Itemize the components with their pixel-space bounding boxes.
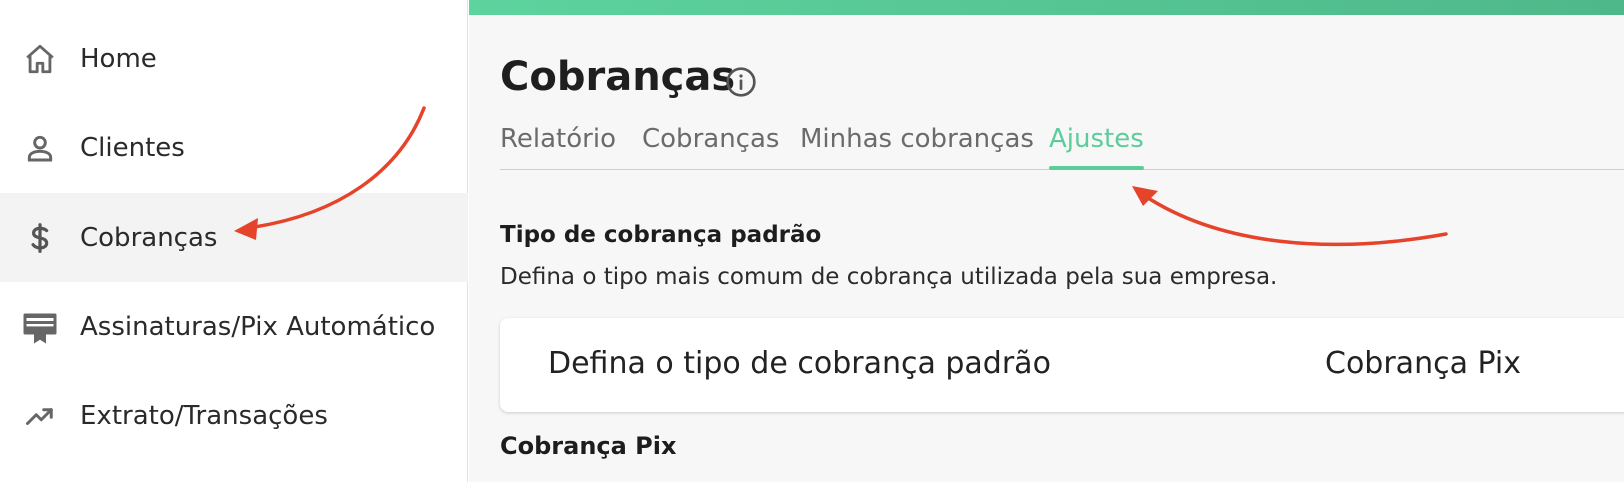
tab-ajustes[interactable]: Ajustes	[1049, 124, 1144, 170]
default-type-field-label: Defina o tipo de cobrança padrão	[548, 346, 1051, 381]
sidebar-item-label: Clientes	[80, 132, 185, 163]
sidebar-item-label: Home	[80, 43, 157, 74]
sidebar-item-extrato[interactable]: Extrato/Transações	[0, 371, 468, 460]
sidebar-item-assinaturas[interactable]: Assinaturas/Pix Automático	[0, 282, 468, 371]
info-icon[interactable]	[725, 66, 757, 98]
tab-bar: Relatório Cobranças Minhas cobranças Aju…	[500, 120, 1624, 170]
default-type-card: Defina o tipo de cobrança padrão Cobranç…	[500, 318, 1624, 412]
sidebar-item-clientes[interactable]: Clientes	[0, 103, 468, 192]
sidebar-item-label: Cobranças	[80, 222, 218, 253]
tab-minhas-cobrancas[interactable]: Minhas cobranças	[800, 124, 1034, 168]
default-type-select[interactable]: Cobrança Pix	[1325, 346, 1521, 381]
tab-relatorio[interactable]: Relatório	[500, 124, 616, 168]
sidebar-item-label: Extrato/Transações	[80, 400, 328, 431]
dollar-icon	[22, 220, 58, 256]
default-type-description: Defina o tipo mais comum de cobrança uti…	[500, 264, 1278, 290]
sidebar-item-home[interactable]: Home	[0, 14, 468, 103]
tab-cobrancas[interactable]: Cobranças	[642, 124, 779, 168]
main-content: Cobranças Relatório Cobranças Minhas cob…	[469, 0, 1624, 482]
sidebar: Home Clientes Cobranças Assinaturas/Pix …	[0, 0, 468, 482]
sidebar-item-label: Assinaturas/Pix Automático	[80, 311, 436, 342]
sidebar-item-cobrancas[interactable]: Cobranças	[0, 193, 468, 282]
pix-section-title: Cobrança Pix	[500, 432, 677, 460]
home-icon	[22, 41, 58, 77]
trending-up-icon	[22, 398, 58, 434]
default-type-section-title: Tipo de cobrança padrão	[500, 222, 822, 248]
page-title: Cobranças	[500, 54, 736, 100]
person-icon	[22, 130, 58, 166]
subscription-card-icon	[22, 309, 58, 345]
top-accent-bar	[469, 0, 1624, 15]
